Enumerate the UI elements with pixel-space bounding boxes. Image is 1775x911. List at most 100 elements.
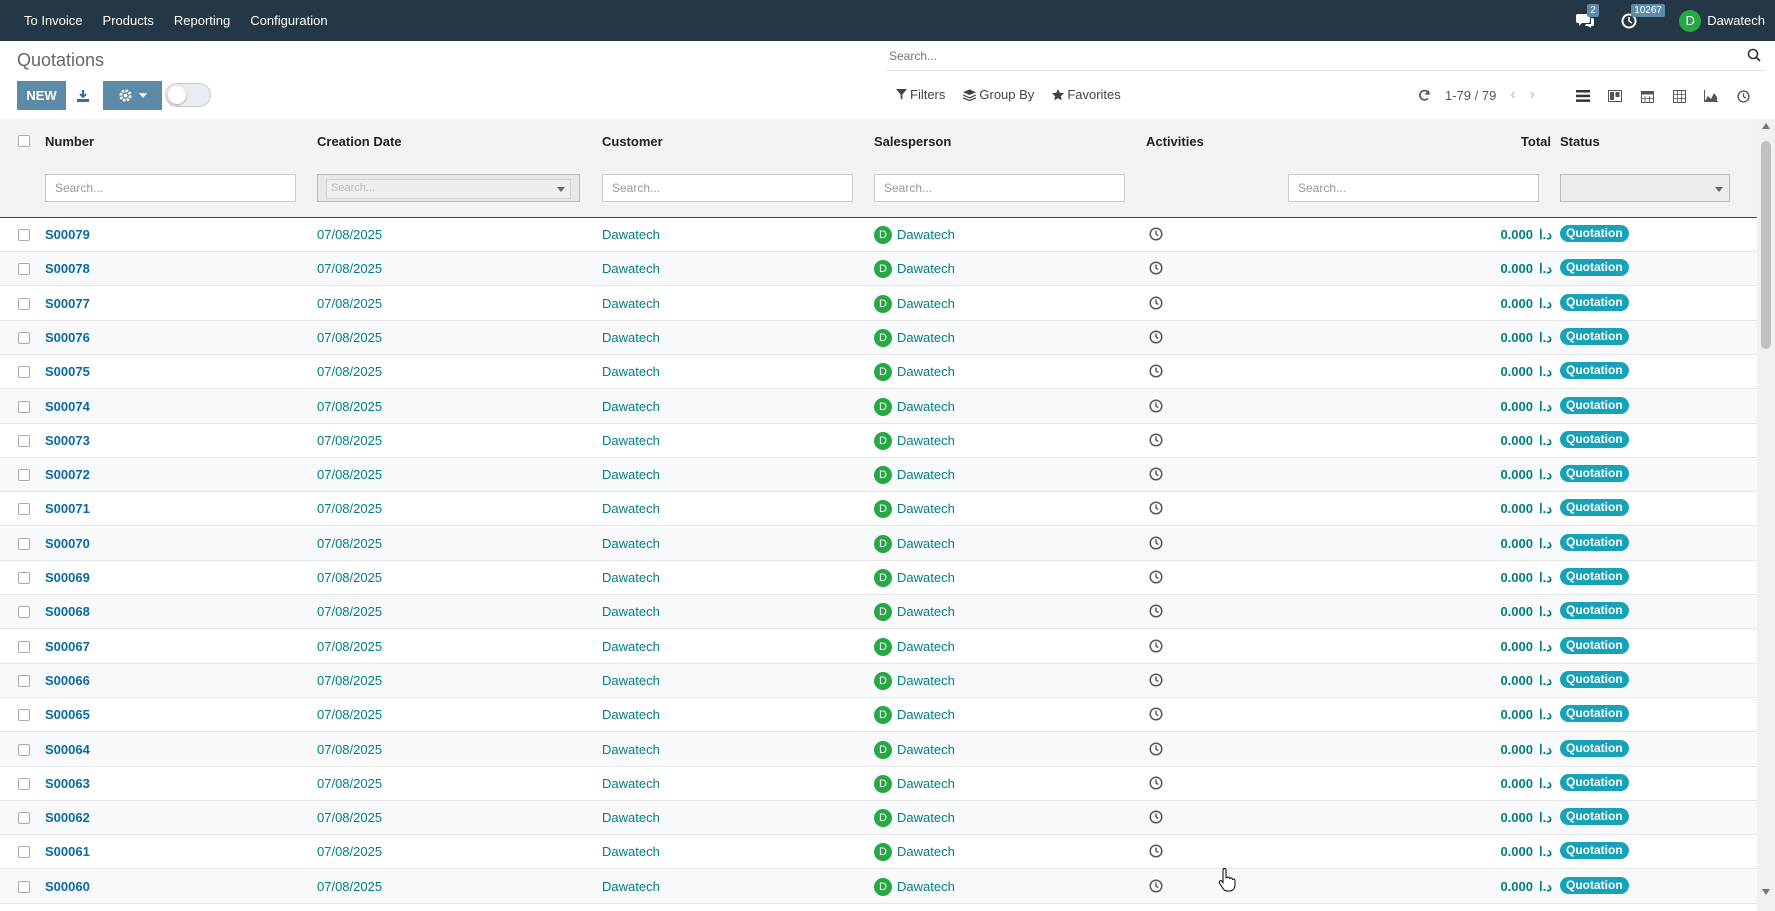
row-number[interactable]: S00063 (45, 776, 90, 791)
row-number[interactable]: S00069 (45, 570, 90, 585)
pager-previous-icon[interactable]: ‹ (1510, 86, 1515, 104)
number-filter-input[interactable]: Search... (45, 174, 296, 202)
row-checkbox[interactable] (18, 880, 30, 893)
column-header-customer[interactable]: Customer (602, 134, 663, 149)
row-number[interactable]: S00064 (45, 742, 90, 757)
row-salesperson[interactable]: Dawatech (897, 501, 955, 516)
row-checkbox[interactable] (18, 331, 30, 344)
row-checkbox[interactable] (18, 606, 30, 619)
column-header-total[interactable]: Total (1521, 134, 1551, 149)
actions-gear-button[interactable] (103, 81, 162, 110)
row-checkbox[interactable] (18, 572, 30, 584)
row-checkbox[interactable] (18, 743, 30, 756)
column-header-activities[interactable]: Activities (1146, 134, 1204, 149)
activity-clock-icon[interactable] (1149, 604, 1163, 618)
row-creation-date[interactable]: 07/08/2025 (317, 707, 382, 722)
row-number[interactable]: S00061 (45, 844, 90, 859)
row-number[interactable]: S00065 (45, 707, 90, 722)
activity-clock-icon[interactable] (1149, 741, 1163, 756)
table-row[interactable]: S00071 07/08/2025 Dawatech D Dawatech 0.000 د.… (0, 492, 1757, 527)
row-creation-date[interactable]: 07/08/2025 (317, 639, 382, 654)
table-row[interactable]: S00072 07/08/2025 Dawatech D Dawatech 0.000 د.… (0, 458, 1757, 493)
scroll-up-arrow-icon[interactable] (1762, 123, 1770, 129)
table-row[interactable]: S00066 07/08/2025 Dawatech D Dawatech 0.000 د.… (0, 663, 1757, 698)
row-salesperson[interactable]: Dawatech (897, 673, 955, 688)
filters-toggle[interactable]: Filters (896, 87, 945, 102)
table-row[interactable]: S00073 07/08/2025 Dawatech D Dawatech 0.000 د.… (0, 424, 1757, 458)
column-header-status[interactable]: Status (1560, 134, 1600, 149)
column-header-creation-date[interactable]: Creation Date (317, 134, 402, 149)
row-salesperson[interactable]: Dawatech (897, 707, 955, 722)
table-row[interactable]: S00078 07/08/2025 Dawatech D Dawatech 0.000 د.… (0, 252, 1757, 287)
row-salesperson[interactable]: Dawatech (897, 296, 955, 311)
row-salesperson[interactable]: Dawatech (897, 776, 955, 791)
messages-button[interactable]: 2 (1575, 3, 1599, 31)
row-creation-date[interactable]: 07/08/2025 (317, 673, 382, 688)
search-icon[interactable] (1747, 48, 1761, 62)
row-customer[interactable]: Dawatech (602, 330, 660, 345)
row-customer[interactable]: Dawatech (602, 570, 660, 585)
row-customer[interactable]: Dawatech (602, 742, 660, 757)
row-salesperson[interactable]: Dawatech (897, 536, 955, 551)
table-row[interactable]: S00067 07/08/2025 Dawatech D Dawatech 0.000 د.… (0, 630, 1757, 664)
activity-clock-icon[interactable] (1149, 261, 1163, 275)
group-by-toggle[interactable]: Group By (963, 87, 1034, 102)
row-customer[interactable]: Dawatech (602, 639, 660, 654)
row-salesperson[interactable]: Dawatech (897, 399, 955, 414)
activity-clock-icon[interactable] (1149, 364, 1163, 378)
favorites-toggle[interactable]: Favorites (1052, 87, 1121, 102)
row-creation-date[interactable]: 07/08/2025 (317, 604, 382, 619)
row-checkbox[interactable] (18, 537, 30, 550)
search-input[interactable] (887, 44, 1711, 68)
row-checkbox[interactable] (18, 263, 30, 276)
row-salesperson[interactable]: Dawatech (897, 879, 955, 894)
status-filter-select[interactable] (1560, 174, 1730, 202)
menu-to-invoice[interactable]: To Invoice (24, 13, 83, 28)
table-row[interactable]: S00062 07/08/2025 Dawatech D Dawatech 0.000 د.… (0, 801, 1757, 836)
row-customer[interactable]: Dawatech (602, 399, 660, 414)
row-number[interactable]: S00075 (45, 364, 90, 379)
row-checkbox[interactable] (18, 366, 30, 379)
scroll-thumb[interactable] (1761, 141, 1771, 349)
table-row[interactable]: S00070 07/08/2025 Dawatech D Dawatech 0.000 د.… (0, 526, 1757, 561)
row-salesperson[interactable]: Dawatech (897, 261, 955, 276)
row-checkbox[interactable] (18, 846, 30, 859)
row-salesperson[interactable]: Dawatech (897, 330, 955, 345)
table-row[interactable]: S00065 07/08/2025 Dawatech D Dawatech 0.000 د.… (0, 698, 1757, 733)
row-number[interactable]: S00072 (45, 467, 90, 482)
activity-clock-icon[interactable] (1149, 398, 1163, 413)
row-checkbox[interactable] (18, 469, 30, 482)
row-number[interactable]: S00060 (45, 879, 90, 894)
row-customer[interactable]: Dawatech (602, 810, 660, 825)
row-customer[interactable]: Dawatech (602, 433, 660, 448)
toggle-switch[interactable] (165, 83, 211, 107)
user-menu[interactable]: D Dawatech (1679, 9, 1765, 32)
activities-button[interactable]: 10267 (1619, 3, 1665, 31)
row-customer[interactable]: Dawatech (602, 501, 660, 516)
row-creation-date[interactable]: 07/08/2025 (317, 879, 382, 894)
kanban-view-button[interactable] (1599, 85, 1631, 107)
activity-clock-icon[interactable] (1149, 433, 1163, 447)
row-checkbox[interactable] (18, 777, 30, 790)
table-row[interactable]: S00074 07/08/2025 Dawatech D Dawatech 0.000 د.… (0, 389, 1757, 424)
row-creation-date[interactable]: 07/08/2025 (317, 330, 382, 345)
table-row[interactable]: S00076 07/08/2025 Dawatech D Dawatech 0.000 د.… (0, 320, 1757, 355)
row-customer[interactable]: Dawatech (602, 364, 660, 379)
row-checkbox[interactable] (18, 709, 30, 722)
row-salesperson[interactable]: Dawatech (897, 844, 955, 859)
row-salesperson[interactable]: Dawatech (897, 742, 955, 757)
activity-clock-icon[interactable] (1149, 673, 1163, 687)
row-customer[interactable]: Dawatech (602, 467, 660, 482)
new-button[interactable]: NEW (17, 81, 66, 110)
row-creation-date[interactable]: 07/08/2025 (317, 364, 382, 379)
menu-configuration[interactable]: Configuration (250, 13, 327, 28)
row-checkbox[interactable] (18, 640, 30, 653)
row-creation-date[interactable]: 07/08/2025 (317, 467, 382, 482)
activity-clock-icon[interactable] (1149, 844, 1163, 858)
row-customer[interactable]: Dawatech (602, 296, 660, 311)
pager-value[interactable]: 1-79 / 79 (1445, 88, 1496, 103)
table-row[interactable]: S00061 07/08/2025 Dawatech D Dawatech 0.000 د.… (0, 835, 1757, 870)
row-creation-date[interactable]: 07/08/2025 (317, 570, 382, 585)
menu-products[interactable]: Products (103, 13, 154, 28)
row-number[interactable]: S00067 (45, 639, 90, 654)
